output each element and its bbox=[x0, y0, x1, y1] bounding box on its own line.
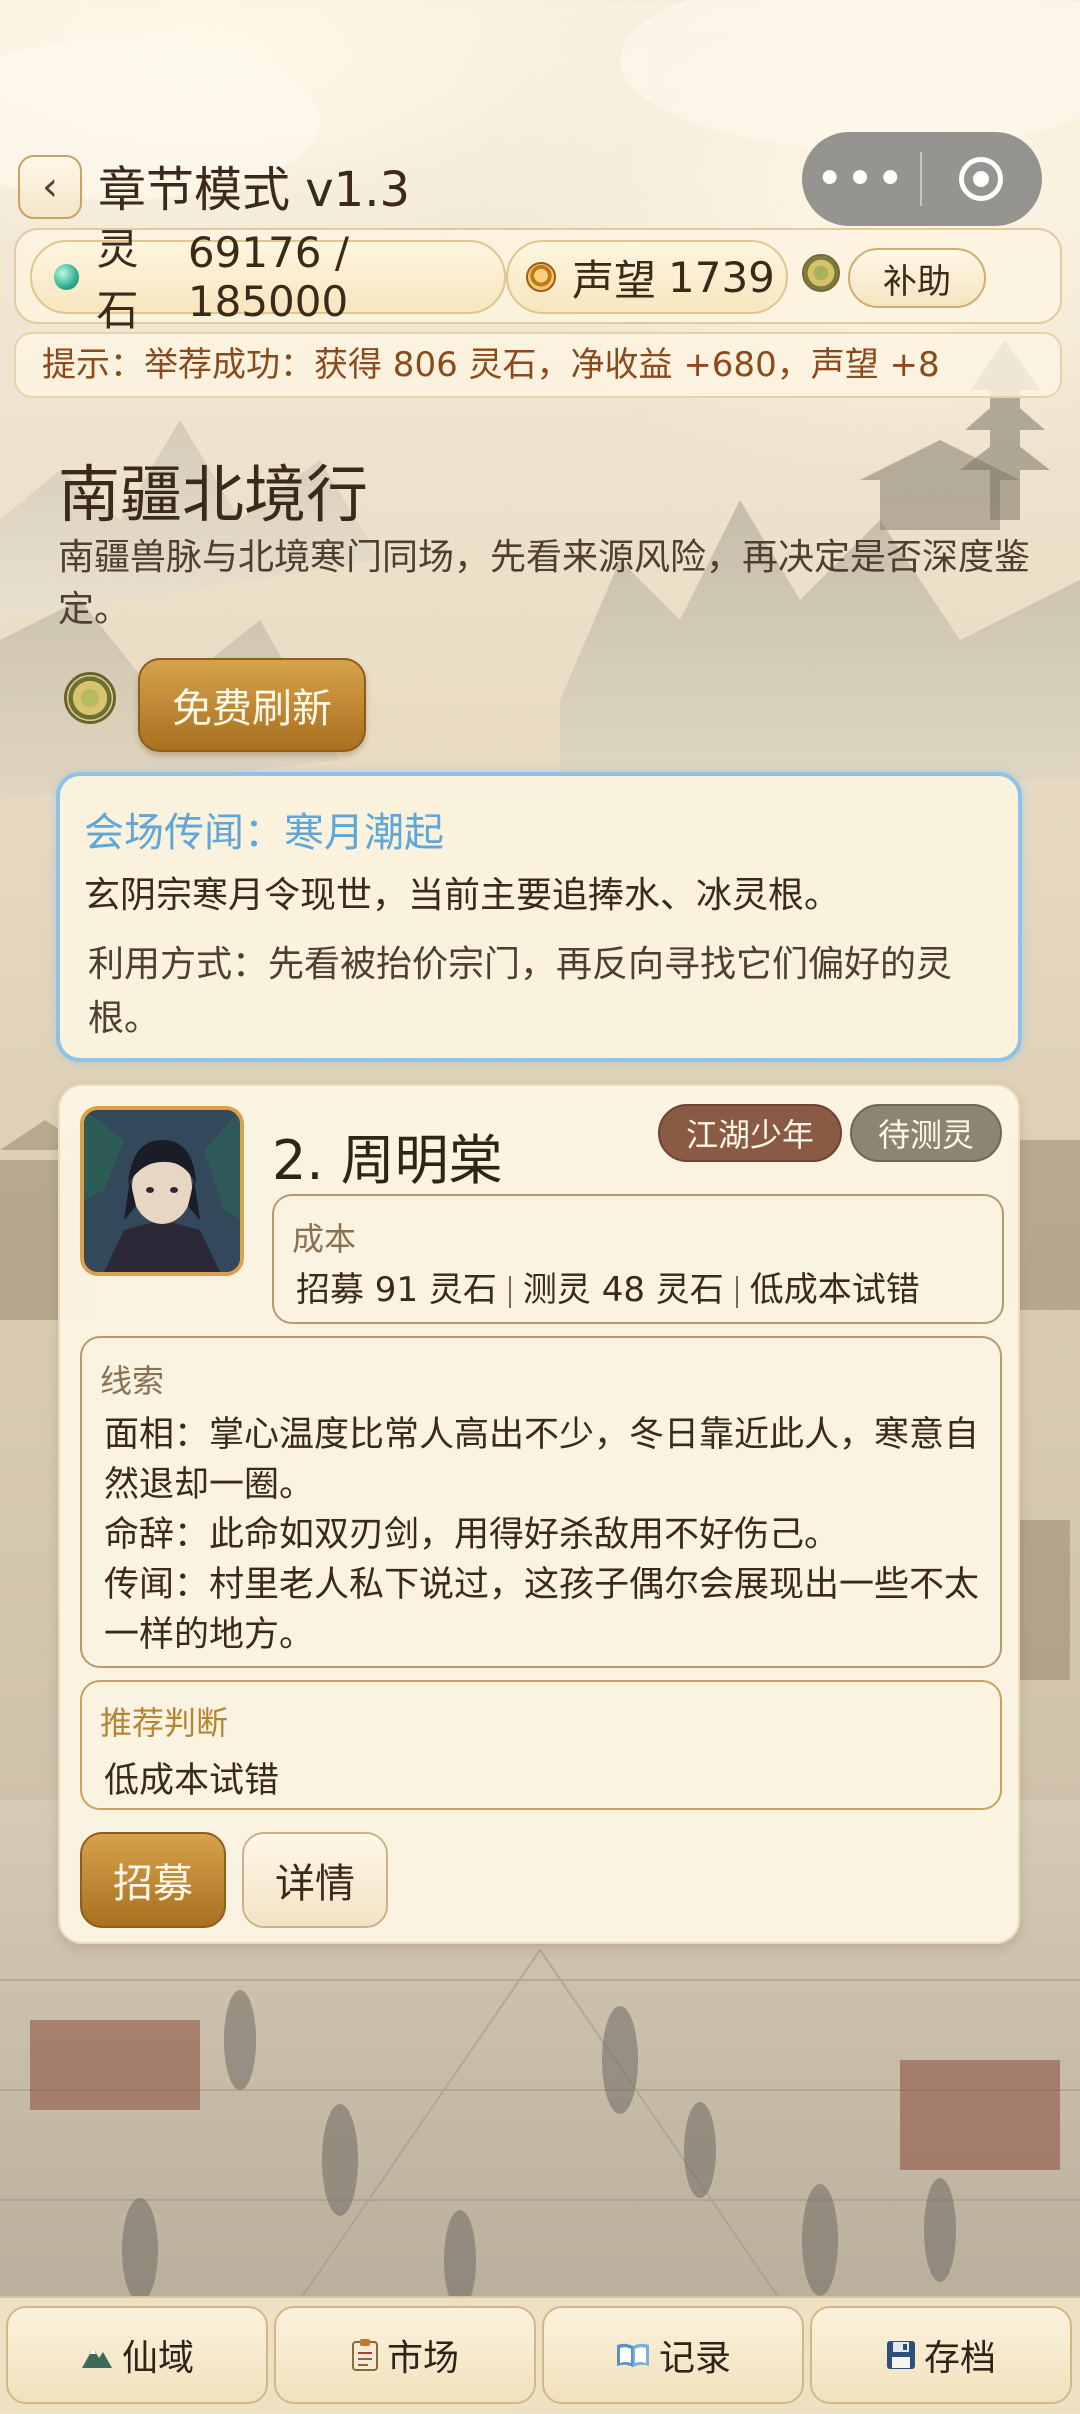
recruit-cost: 招募 91 灵石 bbox=[296, 1270, 497, 1310]
cost-divider bbox=[735, 1275, 738, 1308]
target-circle-icon bbox=[959, 157, 1003, 201]
clue-item-fate: 命辞：此命如双刃剑，用得好杀敌用不好伤己。 bbox=[104, 1515, 840, 1555]
spirit-stone-label: 灵石 bbox=[96, 225, 139, 335]
rumor-usage: 利用方式：先看被抬价宗门，再反向寻找它们偏好的灵根。 bbox=[88, 944, 953, 1039]
clue-label: 线索 bbox=[100, 1362, 165, 1400]
nav-label-market: 市场 bbox=[386, 2338, 459, 2379]
cost-divider bbox=[508, 1275, 511, 1308]
rumor-title: 会场传闻：寒月潮起 bbox=[84, 810, 444, 856]
nav-item-save[interactable]: 存档 bbox=[810, 2306, 1072, 2404]
candidate-card: 2. 周明棠 江湖少年 待测灵 成本 招募 91 灵石 测灵 48 灵石 低成本试错… bbox=[58, 1084, 1020, 1944]
status-badge: 待测灵 bbox=[850, 1104, 1002, 1162]
origin-tag: 江湖少年 bbox=[658, 1104, 842, 1162]
reputation-value: 1739 bbox=[668, 252, 775, 302]
subsidy-button[interactable]: 补助 bbox=[848, 248, 986, 308]
book-icon bbox=[615, 2341, 651, 2369]
cost-label: 成本 bbox=[292, 1220, 357, 1258]
reputation-pill: 声望 1739 bbox=[506, 240, 788, 314]
spirit-stone-icon bbox=[54, 264, 79, 290]
detail-button[interactable]: 详情 bbox=[242, 1832, 388, 1928]
close-program-button[interactable] bbox=[922, 157, 1040, 201]
rumor-body: 玄阴宗寒月令现世，当前主要追捧水、冰灵根。 bbox=[84, 875, 841, 916]
cost-line: 招募 91 灵石 测灵 48 灵石 低成本试错 bbox=[296, 1262, 920, 1311]
tip-banner: 提示：举荐成功：获得 806 灵石，净收益 +680，声望 +8 bbox=[14, 332, 1062, 398]
rumor-panel: 会场传闻：寒月潮起 玄阴宗寒月令现世，当前主要追捧水、冰灵根。 利用方式：先看被… bbox=[56, 772, 1022, 1062]
spirit-stone-value: 69176 / 185000 bbox=[187, 228, 349, 326]
nav-item-realm[interactable]: 仙域 bbox=[6, 2306, 268, 2404]
cost-note: 低成本试错 bbox=[749, 1270, 920, 1310]
nav-label-records: 记录 bbox=[658, 2338, 731, 2379]
recommendation-box: 推荐判断 低成本试错 bbox=[80, 1680, 1002, 1810]
mini-program-capsule: ••• bbox=[802, 132, 1042, 226]
section-title: 南疆北境行 bbox=[58, 458, 369, 531]
avatar bbox=[80, 1106, 244, 1276]
clue-box: 线索 面相：掌心温度比常人高出不少，冬日靠近此人，寒意自然退却一圈。 命辞：此命… bbox=[80, 1336, 1002, 1668]
spirit-stone-pill: 灵石 69176 / 185000 bbox=[30, 225, 506, 335]
more-options-icon[interactable]: ••• bbox=[802, 132, 920, 226]
coin-icon bbox=[802, 254, 840, 292]
clue-list: 面相：掌心温度比常人高出不少，冬日靠近此人，寒意自然退却一圈。 命辞：此命如双刃… bbox=[104, 1410, 984, 1660]
resource-bar: 灵石 69176 / 185000 声望 1739 补助 bbox=[14, 225, 1062, 335]
cost-box: 成本 招募 91 灵石 测灵 48 灵石 低成本试错 bbox=[272, 1194, 1004, 1324]
nav-item-records[interactable]: 记录 bbox=[542, 2306, 804, 2404]
mountain-icon bbox=[80, 2340, 114, 2370]
floppy-disk-icon bbox=[886, 2340, 916, 2370]
back-button[interactable]: ‹ bbox=[18, 155, 82, 219]
coin-icon bbox=[64, 672, 116, 724]
reputation-label: 声望 bbox=[572, 255, 657, 305]
character-portrait bbox=[84, 1110, 240, 1272]
free-refresh-button[interactable]: 免费刷新 bbox=[138, 658, 366, 752]
nav-label-realm: 仙域 bbox=[121, 2338, 194, 2379]
recommendation-label: 推荐判断 bbox=[100, 1704, 229, 1742]
clipboard-icon bbox=[351, 2338, 379, 2372]
section-description: 南疆兽脉与北境寒门同场，先看来源风险，再决定是否深度鉴定。 bbox=[58, 537, 1031, 630]
recommendation-value: 低成本试错 bbox=[104, 1761, 280, 1801]
clue-item-appearance: 面相：掌心温度比常人高出不少，冬日靠近此人，寒意自然退却一圈。 bbox=[104, 1415, 980, 1505]
reputation-medal-icon bbox=[526, 262, 556, 292]
recruit-button[interactable]: 招募 bbox=[80, 1832, 226, 1928]
clue-item-rumor: 传闻：村里老人私下说过，这孩子偶尔会展现出一些不太一样的地方。 bbox=[104, 1565, 980, 1655]
nav-item-market[interactable]: 市场 bbox=[274, 2306, 536, 2404]
bottom-nav: 仙域 市场 记录 存档 bbox=[0, 2296, 1080, 2414]
nav-label-save: 存档 bbox=[923, 2338, 996, 2379]
page-title: 章节模式 v1.3 bbox=[98, 162, 411, 218]
candidate-name: 2. 周明棠 bbox=[272, 1129, 503, 1192]
chevron-left-icon: ‹ bbox=[42, 164, 58, 210]
test-cost: 测灵 48 灵石 bbox=[522, 1270, 724, 1310]
